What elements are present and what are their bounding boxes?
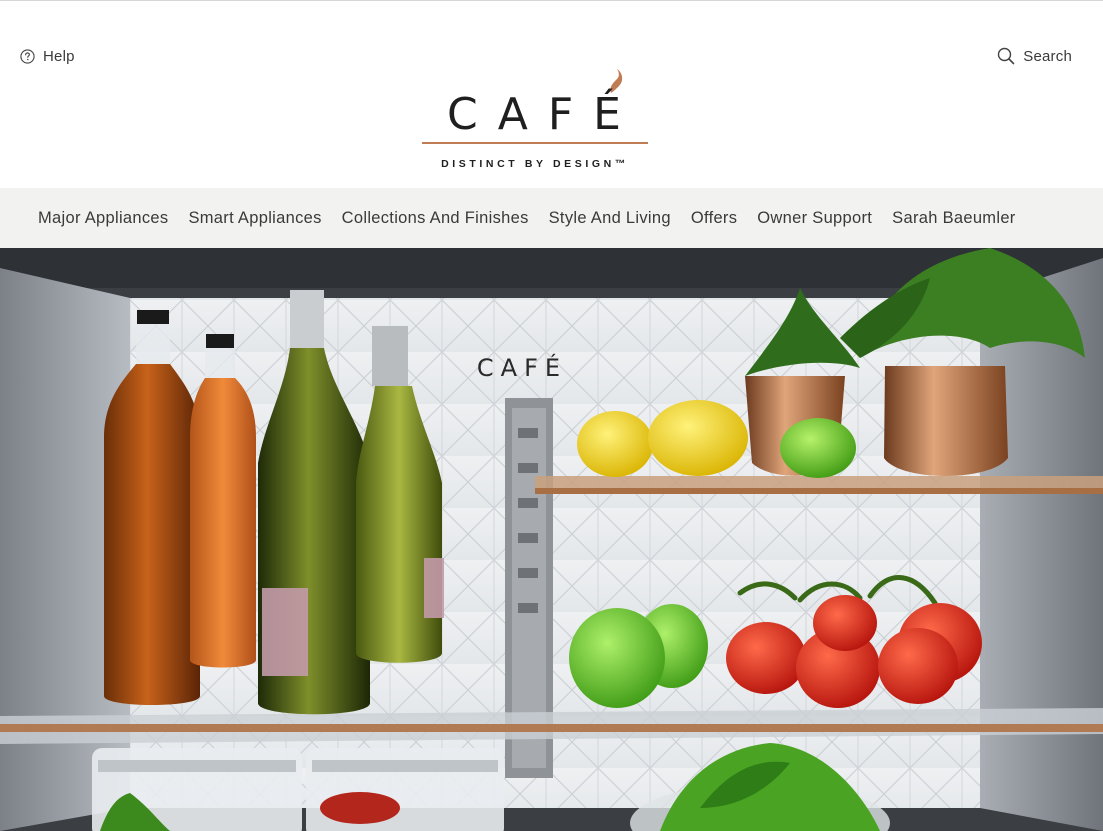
help-label: Help: [43, 47, 75, 65]
magnifier-icon: [997, 47, 1015, 65]
help-link[interactable]: Help: [20, 45, 75, 67]
cafe-logo[interactable]: CAFÉ DISTINCT BY DESIGN™: [421, 65, 649, 175]
nav-item-offers[interactable]: Offers: [691, 209, 737, 228]
main-nav: Major Appliances Smart Appliances Collec…: [0, 188, 1103, 248]
nav-item-sarah-baeumler[interactable]: Sarah Baeumler: [892, 209, 1015, 228]
crisper-bins: [92, 743, 890, 831]
search-label: Search: [1023, 47, 1072, 65]
nav-item-owner-support[interactable]: Owner Support: [757, 209, 872, 228]
fridge-interior-illustration: CAFÉ: [0, 248, 1103, 831]
question-circle-icon: [20, 48, 35, 64]
nav-item-style-and-living[interactable]: Style And Living: [549, 209, 671, 228]
site-header: Help Search CAFÉ DISTINCT BY DESIGN™: [0, 1, 1103, 188]
logo-rule: [422, 142, 648, 144]
nav-item-major-appliances[interactable]: Major Appliances: [38, 209, 168, 228]
logo-wordmark: CAFÉ: [447, 89, 641, 140]
hero-image: CAFÉ: [0, 248, 1103, 831]
nav-item-collections-and-finishes[interactable]: Collections And Finishes: [342, 209, 529, 228]
logo-tagline: DISTINCT BY DESIGN™: [441, 158, 629, 170]
search-link[interactable]: Search: [997, 45, 1072, 67]
wall-logo-text: CAFÉ: [477, 353, 567, 382]
nav-item-smart-appliances[interactable]: Smart Appliances: [188, 209, 321, 228]
